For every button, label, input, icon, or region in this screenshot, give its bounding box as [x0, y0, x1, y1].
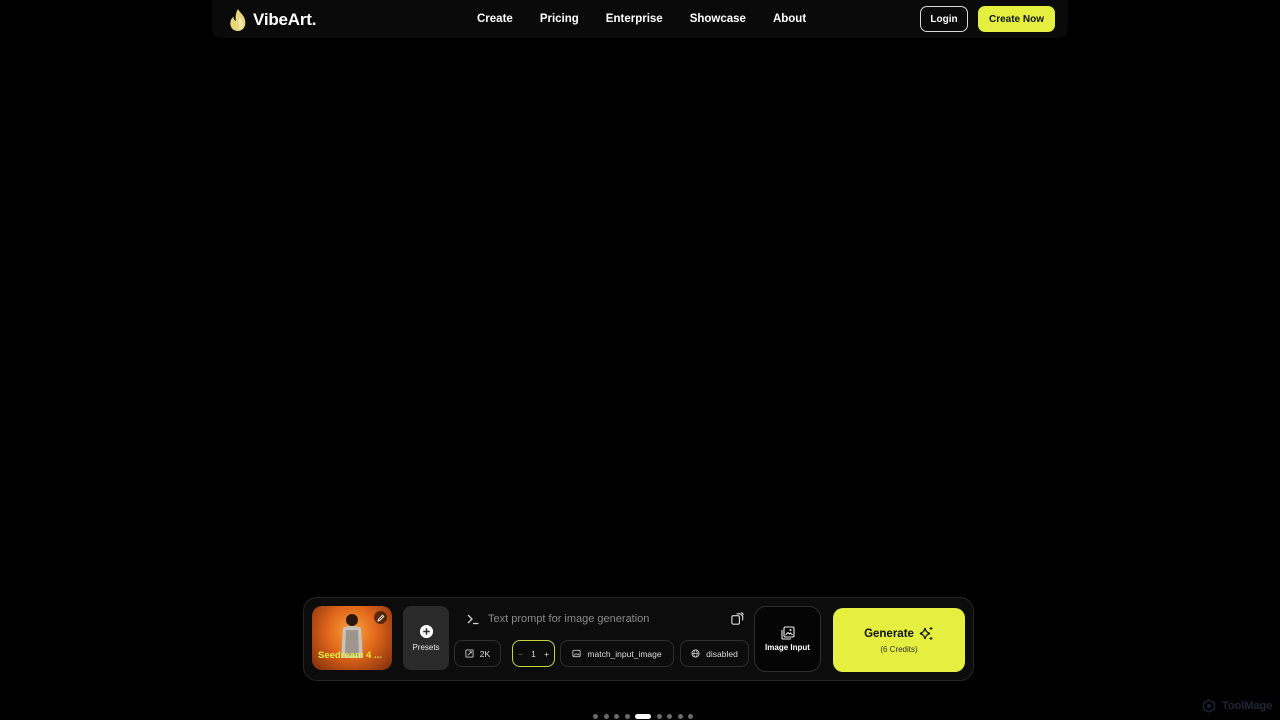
- pencil-icon[interactable]: [374, 611, 387, 624]
- sparkle-icon: [919, 627, 933, 640]
- image-frame-icon: [572, 649, 581, 658]
- watermark-logo-icon: [1202, 699, 1216, 713]
- generate-button[interactable]: Generate (6 Credits): [833, 608, 965, 672]
- nav-about[interactable]: About: [773, 13, 806, 25]
- image-upload-icon: [780, 626, 795, 640]
- login-button[interactable]: Login: [920, 6, 968, 32]
- main-nav: Create Pricing Enterprise Showcase About: [477, 0, 833, 38]
- image-input-button[interactable]: Image Input: [754, 606, 821, 672]
- generate-button-row: Generate: [864, 626, 934, 642]
- count-decrement-button[interactable]: −: [518, 649, 523, 659]
- pagination-dot[interactable]: [614, 713, 619, 719]
- flame-logo-icon: [230, 9, 246, 31]
- model-selector-card[interactable]: Seedream 4 ...: [312, 606, 392, 670]
- model-name: Seedream 4 ...: [318, 650, 382, 661]
- nav-enterprise[interactable]: Enterprise: [606, 13, 663, 25]
- nav-create[interactable]: Create: [477, 13, 513, 25]
- pagination-dot[interactable]: [688, 713, 693, 719]
- image-input-label: Image Input: [765, 643, 810, 652]
- safety-filter-selector[interactable]: disabled: [680, 640, 749, 667]
- pagination-dot[interactable]: [593, 713, 598, 719]
- pagination-dot[interactable]: [656, 713, 662, 719]
- image-count-stepper[interactable]: − 1 +: [512, 640, 555, 667]
- create-now-button[interactable]: Create Now: [978, 6, 1055, 32]
- safety-value: disabled: [706, 648, 738, 659]
- pagination-dot[interactable]: [667, 713, 672, 719]
- watermark: ToolMage: [1202, 699, 1273, 713]
- presets-label: Presets: [412, 643, 440, 652]
- page: VibeArt. Create Pricing Enterprise Showc…: [0, 0, 1280, 720]
- generate-label: Generate: [864, 628, 914, 640]
- resolution-value: 2K: [479, 648, 491, 659]
- terminal-icon: [467, 614, 479, 625]
- resolution-selector[interactable]: 2K: [454, 640, 501, 667]
- nav-showcase[interactable]: Showcase: [690, 13, 746, 25]
- count-increment-button[interactable]: +: [544, 649, 549, 659]
- top-navbar: VibeArt. Create Pricing Enterprise Showc…: [212, 0, 1068, 38]
- pagination-dot-active[interactable]: [635, 713, 651, 719]
- prompt-input[interactable]: [488, 610, 748, 628]
- prompt-enhance-icon[interactable]: [730, 611, 745, 626]
- nav-pricing[interactable]: Pricing: [540, 13, 579, 25]
- aspect-ratio-value: match_input_image: [587, 648, 662, 659]
- aspect-ratio-selector[interactable]: match_input_image: [560, 640, 674, 667]
- generate-credits: (6 Credits): [880, 645, 918, 654]
- plus-circle-icon: [419, 624, 433, 639]
- brand-name: VibeArt.: [253, 10, 317, 29]
- prompt-composer: Seedream 4 ... Presets Text prompt for i…: [303, 597, 974, 681]
- prompt-row: [466, 610, 748, 628]
- carousel-pagination: [593, 713, 699, 719]
- pagination-dot[interactable]: [603, 713, 609, 719]
- pagination-dot[interactable]: [677, 713, 683, 719]
- presets-button[interactable]: Presets: [403, 606, 449, 670]
- pagination-dot[interactable]: [624, 713, 630, 719]
- count-value: 1: [531, 648, 536, 659]
- brand-logo[interactable]: VibeArt.: [228, 8, 316, 32]
- globe-icon: [691, 649, 700, 658]
- watermark-text: ToolMage: [1222, 700, 1273, 712]
- resize-icon: [465, 649, 474, 658]
